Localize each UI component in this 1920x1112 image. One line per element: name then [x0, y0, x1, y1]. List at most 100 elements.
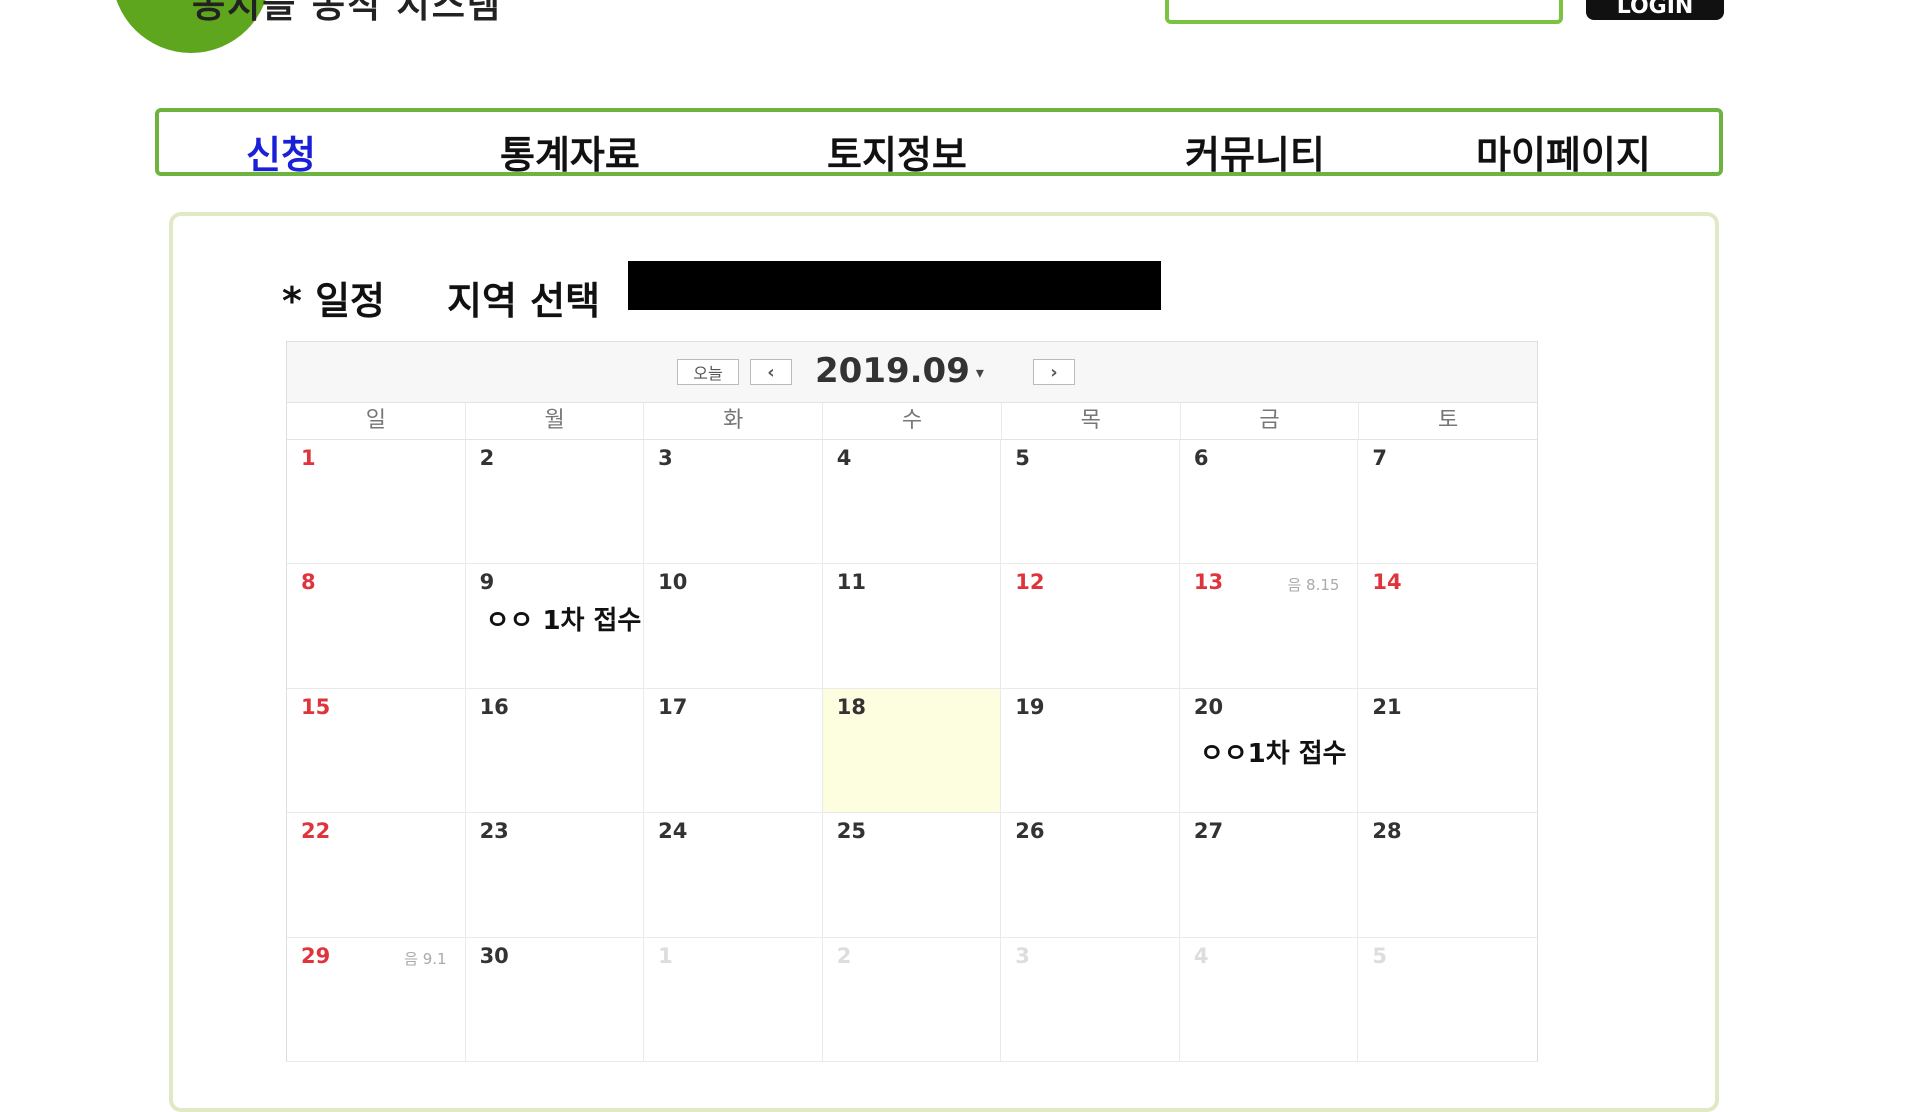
month-title[interactable]: 2019.09 ▾: [815, 351, 984, 391]
calendar-event[interactable]: ㅇㅇ 1차 접수: [486, 600, 642, 637]
day-cell[interactable]: 23: [465, 813, 645, 938]
day-cell-today[interactable]: 18: [822, 688, 1002, 814]
day-number: 3: [658, 446, 673, 470]
day-cell[interactable]: 25: [822, 813, 1002, 938]
day-cell-next-month[interactable]: 5: [1358, 938, 1537, 1062]
day-number: 23: [479, 819, 509, 844]
chevron-left-icon: ‹: [767, 361, 775, 383]
main-nav: 신청 통계자료 토지정보 커뮤니티 마이페이지: [155, 108, 1723, 179]
weekday-label: 목: [1002, 402, 1181, 439]
day-number: 21: [1372, 694, 1402, 719]
weekday-header: 일 월 화 수 목 금 토: [287, 402, 1537, 440]
weekday-label: 월: [466, 402, 645, 439]
day-cell[interactable]: 1: [287, 440, 466, 565]
day-number: 4: [1193, 943, 1209, 968]
lunar-date: 음 9.1: [404, 949, 447, 968]
day-cell[interactable]: 27: [1179, 813, 1359, 938]
day-number: 19: [1015, 694, 1045, 719]
region-select[interactable]: [628, 261, 1161, 310]
day-cell-next-month[interactable]: 4: [1179, 937, 1359, 1062]
day-cell[interactable]: 11: [822, 564, 1002, 689]
calendar-toolbar: 오늘 ‹ 2019.09 ▾ ›: [287, 342, 1537, 403]
prev-month-button[interactable]: ‹: [750, 359, 792, 385]
day-number: 13: [1193, 570, 1224, 595]
weekday-label: 수: [823, 402, 1002, 439]
day-number: 1: [658, 943, 673, 968]
day-number: 9: [479, 570, 495, 595]
weekday-label: 일: [287, 402, 466, 439]
nav-item-statistics[interactable]: 통계자료: [500, 124, 640, 179]
day-cell[interactable]: 7: [1358, 440, 1537, 565]
day-cell[interactable]: 30: [465, 937, 645, 1062]
day-number: 17: [658, 694, 688, 719]
lunar-date: 음 8.15: [1287, 576, 1340, 595]
day-cell-next-month[interactable]: 2: [822, 937, 1002, 1062]
day-number: 30: [479, 943, 509, 968]
nav-item-land-info[interactable]: 토지정보: [827, 124, 967, 179]
day-cell[interactable]: 4: [822, 440, 1002, 565]
day-number: 3: [1015, 943, 1030, 968]
caret-down-icon: ▾: [975, 363, 984, 382]
calendar-event[interactable]: ㅇㅇ1차 접수: [1200, 733, 1347, 770]
day-number: 18: [836, 694, 866, 719]
day-cell-next-month[interactable]: 3: [1001, 937, 1180, 1062]
day-number: 8: [301, 570, 316, 595]
day-cell[interactable]: 5: [1001, 440, 1180, 565]
day-cell[interactable]: 13 음 8.15: [1179, 564, 1359, 689]
day-cell[interactable]: 21: [1358, 689, 1537, 814]
day-cell[interactable]: 10: [644, 564, 823, 689]
day-cell[interactable]: 19: [1001, 688, 1180, 814]
search-input[interactable]: [1165, 0, 1563, 24]
day-number: 20: [1193, 694, 1224, 719]
day-cell[interactable]: 29 음 9.1: [287, 937, 466, 1062]
day-number: 1: [301, 446, 316, 470]
day-cell[interactable]: 6: [1179, 440, 1359, 565]
day-number: 26: [1015, 819, 1045, 844]
nav-item-mypage[interactable]: 마이페이지: [1476, 124, 1651, 179]
day-cell[interactable]: 14: [1358, 564, 1537, 689]
day-number: 27: [1193, 819, 1224, 844]
nav-item-apply[interactable]: 신청: [246, 124, 316, 179]
day-number: 28: [1372, 819, 1402, 844]
chevron-right-icon: ›: [1050, 361, 1058, 383]
day-number: 7: [1372, 446, 1388, 470]
schedule-title: * 일정: [282, 279, 386, 323]
day-cell-next-month[interactable]: 1: [644, 937, 823, 1062]
day-number: 2: [836, 943, 852, 968]
next-month-button[interactable]: ›: [1033, 359, 1075, 385]
day-number: 29: [301, 943, 331, 968]
day-cell[interactable]: 17: [644, 688, 823, 814]
day-number: 16: [479, 694, 509, 719]
day-cell[interactable]: 2: [465, 440, 645, 565]
day-cell[interactable]: 26: [1001, 813, 1180, 938]
nav-item-community[interactable]: 커뮤니티: [1185, 124, 1325, 179]
day-number: 24: [658, 819, 688, 844]
day-cell[interactable]: 24: [644, 813, 823, 938]
day-number: 22: [301, 819, 331, 844]
day-number: 6: [1193, 446, 1209, 470]
today-button[interactable]: 오늘: [677, 359, 739, 385]
weekday-label: 금: [1181, 402, 1360, 439]
login-button[interactable]: LOGIN: [1586, 0, 1724, 20]
day-cell[interactable]: 15: [287, 688, 466, 814]
day-number: 14: [1372, 570, 1402, 595]
day-number: 12: [1015, 570, 1045, 595]
calendar: 오늘 ‹ 2019.09 ▾ › 일 월 화 수 목 금 토 1 2 3 4 5 …: [286, 341, 1538, 1062]
day-number: 11: [836, 570, 866, 595]
day-number: 5: [1372, 943, 1388, 968]
day-cell[interactable]: 16: [465, 688, 645, 814]
day-number: 2: [479, 446, 495, 470]
weekday-label: 화: [644, 402, 824, 439]
weekday-label: 토: [1438, 408, 1459, 433]
day-cell[interactable]: 3: [644, 440, 823, 565]
region-select-label: 지역 선택: [447, 279, 601, 323]
logo-text[interactable]: 농지을 농직 시스템: [192, 0, 502, 28]
day-cell[interactable]: 22: [287, 813, 466, 938]
month-label: 2019.09: [815, 351, 970, 391]
day-cell[interactable]: 8: [287, 564, 466, 689]
day-cell[interactable]: 9 ㅇㅇ 1차 접수: [465, 564, 645, 689]
day-cell[interactable]: 20 ㅇㅇ1차 접수: [1179, 688, 1359, 814]
day-number: 4: [836, 446, 852, 470]
day-cell[interactable]: 28: [1358, 813, 1537, 938]
day-cell[interactable]: 12: [1001, 564, 1180, 689]
